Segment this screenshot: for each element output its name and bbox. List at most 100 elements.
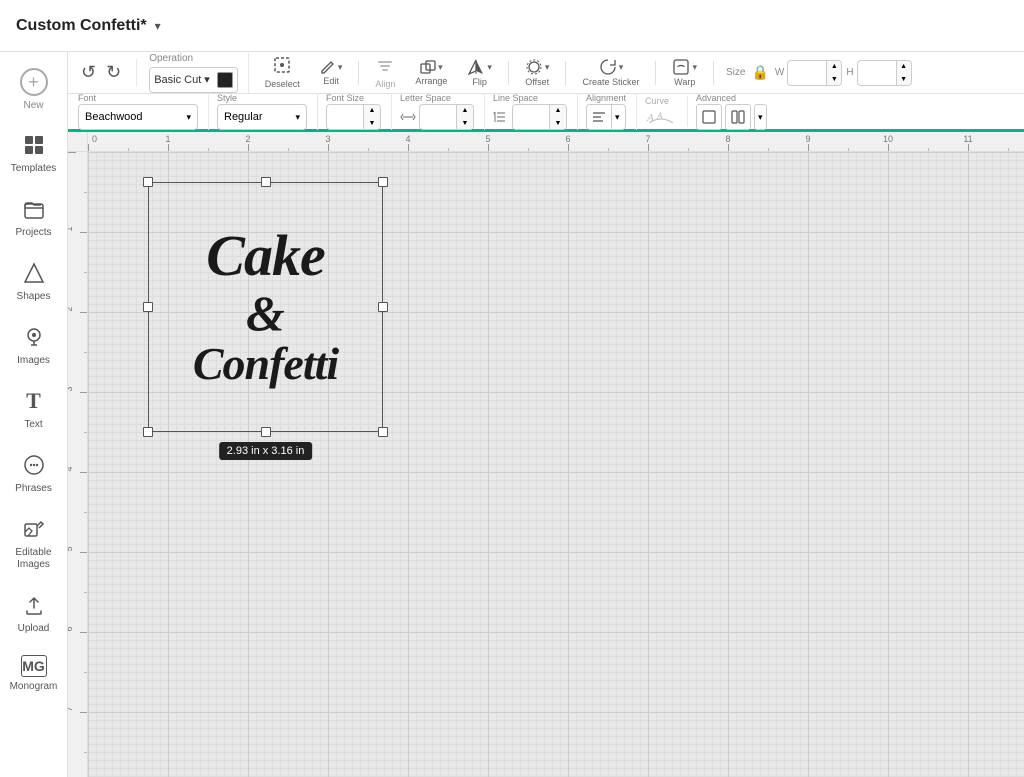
width-down-button[interactable]: ▼ xyxy=(827,73,841,86)
letter-space-down-button[interactable]: ▼ xyxy=(457,117,473,130)
deselect-label: Deselect xyxy=(265,79,300,89)
handle-top-left[interactable] xyxy=(143,177,153,187)
undo-button[interactable]: ↺ xyxy=(78,59,99,86)
offset-button[interactable]: ▾ Offset xyxy=(521,56,554,89)
line-space-up-button[interactable]: ▲ xyxy=(550,104,566,117)
style-group: Style Regular ▾ xyxy=(217,93,318,130)
height-input[interactable]: 3.162 xyxy=(858,65,894,81)
align-label: Align xyxy=(375,79,395,89)
letter-space-up-button[interactable]: ▲ xyxy=(457,104,473,117)
size-top-label: Size xyxy=(726,67,745,78)
templates-label: Templates xyxy=(11,163,57,175)
font-size-spinner: 72 ▲ ▼ xyxy=(326,104,381,130)
operation-chevron: ▾ xyxy=(204,73,210,86)
warp-button[interactable]: ▾ Warp xyxy=(668,56,701,89)
toolbar-second: Font Beachwood ▾ Style Regular ▾ Font Si… xyxy=(68,94,1024,132)
editable-images-icon xyxy=(20,515,48,543)
alignment-group: Alignment ▾ xyxy=(586,93,637,130)
offset-label: Offset xyxy=(525,77,549,87)
projects-label: Projects xyxy=(15,227,51,239)
title-bar: Custom Confetti* ▾ xyxy=(0,0,1024,52)
style-value: Regular xyxy=(224,111,263,123)
edit-label: Edit xyxy=(323,76,339,86)
font-select[interactable]: Beachwood ▾ xyxy=(78,104,198,130)
sidebar-item-images[interactable]: Images xyxy=(3,315,65,375)
new-button[interactable]: + New xyxy=(3,60,65,119)
operation-group: Operation Basic Cut ▾ xyxy=(149,53,249,93)
curve-label: Curve xyxy=(645,96,677,106)
create-sticker-button[interactable]: ▾ Create Sticker xyxy=(578,56,643,89)
align-left-button[interactable] xyxy=(587,104,612,130)
handle-top-right[interactable] xyxy=(378,177,388,187)
style-chevron-icon: ▾ xyxy=(295,112,300,123)
flip-button[interactable]: ▾ Flip xyxy=(463,56,496,89)
height-down-button[interactable]: ▼ xyxy=(897,73,911,86)
design-canvas[interactable]: Cake & Confetti 2.93 in x 3.16 in xyxy=(88,152,1024,777)
alignment-chevron-button[interactable]: ▾ xyxy=(612,104,623,130)
handle-middle-right[interactable] xyxy=(378,302,388,312)
font-size-group: Font Size 72 ▲ ▼ xyxy=(326,93,392,130)
font-size-btns: ▲ ▼ xyxy=(363,104,380,130)
advanced-chevron-button[interactable]: ▾ xyxy=(754,104,767,130)
handle-middle-left[interactable] xyxy=(143,302,153,312)
sep4 xyxy=(655,61,656,85)
phrases-icon xyxy=(20,451,48,479)
canvas-container: 0 1 2 3 4 5 6 7 8 xyxy=(68,132,1024,777)
handle-bottom-middle[interactable] xyxy=(261,427,271,437)
edit-button[interactable]: ▾ Edit xyxy=(316,57,347,88)
font-size-up-button[interactable]: ▲ xyxy=(364,104,380,117)
handle-bottom-left[interactable] xyxy=(143,427,153,437)
flip-label: Flip xyxy=(472,77,487,87)
width-field: 2.93 ▲ ▼ xyxy=(787,60,842,86)
arrange-label: Arrange xyxy=(415,76,447,86)
align-icon xyxy=(376,57,394,78)
new-label: New xyxy=(23,100,43,111)
monogram-icon: MG xyxy=(21,655,47,677)
sidebar-item-monogram[interactable]: MG Monogram xyxy=(3,647,65,701)
width-input[interactable]: 2.93 xyxy=(788,65,824,81)
font-value: Beachwood xyxy=(85,111,143,123)
line-space-label: Line Space xyxy=(493,93,567,103)
arrange-button[interactable]: ▾ Arrange xyxy=(411,57,451,88)
line-space-down-button[interactable]: ▼ xyxy=(550,117,566,130)
advanced-grid-button[interactable] xyxy=(725,104,751,130)
curve-icon: A A xyxy=(645,107,677,127)
sidebar-item-upload[interactable]: Upload xyxy=(3,583,65,643)
style-select[interactable]: Regular ▾ xyxy=(217,104,307,130)
sidebar-item-projects[interactable]: Projects xyxy=(3,187,65,247)
app-layout: + New Templates Projects Shapes Images xyxy=(0,52,1024,777)
advanced-single-button[interactable] xyxy=(696,104,722,130)
sidebar: + New Templates Projects Shapes Images xyxy=(0,52,68,777)
templates-icon xyxy=(20,131,48,159)
line-space-spinner: 1 ▲ ▼ xyxy=(512,104,567,130)
line-space-input[interactable]: 1 xyxy=(513,109,549,125)
lock-button[interactable]: 🔒 xyxy=(749,62,770,83)
toolbar-top: ↺ ↻ Operation Basic Cut ▾ Deselect xyxy=(68,52,1024,94)
sidebar-item-templates[interactable]: Templates xyxy=(3,123,65,183)
height-label: H xyxy=(846,67,853,78)
letter-space-input[interactable]: 0 xyxy=(420,109,456,125)
app-title: Custom Confetti* xyxy=(16,17,147,35)
height-up-button[interactable]: ▲ xyxy=(897,60,911,73)
handle-bottom-right[interactable] xyxy=(378,427,388,437)
align-button[interactable]: Align xyxy=(371,55,399,91)
sidebar-item-shapes[interactable]: Shapes xyxy=(3,251,65,311)
upload-label: Upload xyxy=(18,623,50,635)
sidebar-item-text[interactable]: T Text xyxy=(3,379,65,439)
color-swatch[interactable] xyxy=(217,72,233,88)
advanced-label: Advanced xyxy=(696,93,767,103)
font-size-down-button[interactable]: ▼ xyxy=(364,117,380,130)
font-size-input[interactable]: 72 xyxy=(327,109,363,125)
operation-select[interactable]: Basic Cut ▾ xyxy=(149,67,238,93)
title-chevron-icon[interactable]: ▾ xyxy=(155,19,161,33)
deselect-button[interactable]: Deselect xyxy=(261,54,304,91)
sidebar-item-phrases[interactable]: Phrases xyxy=(3,443,65,503)
sep3 xyxy=(565,61,566,85)
redo-button[interactable]: ↻ xyxy=(103,59,124,86)
handle-top-middle[interactable] xyxy=(261,177,271,187)
sidebar-item-editable-images[interactable]: Editable Images xyxy=(3,507,65,579)
text-element[interactable]: Cake & Confetti 2.93 in x 3.16 in xyxy=(148,182,383,432)
right-panel: ↺ ↻ Operation Basic Cut ▾ Deselect xyxy=(68,52,1024,777)
curve-group: Curve A A xyxy=(645,96,688,127)
width-up-button[interactable]: ▲ xyxy=(827,60,841,73)
